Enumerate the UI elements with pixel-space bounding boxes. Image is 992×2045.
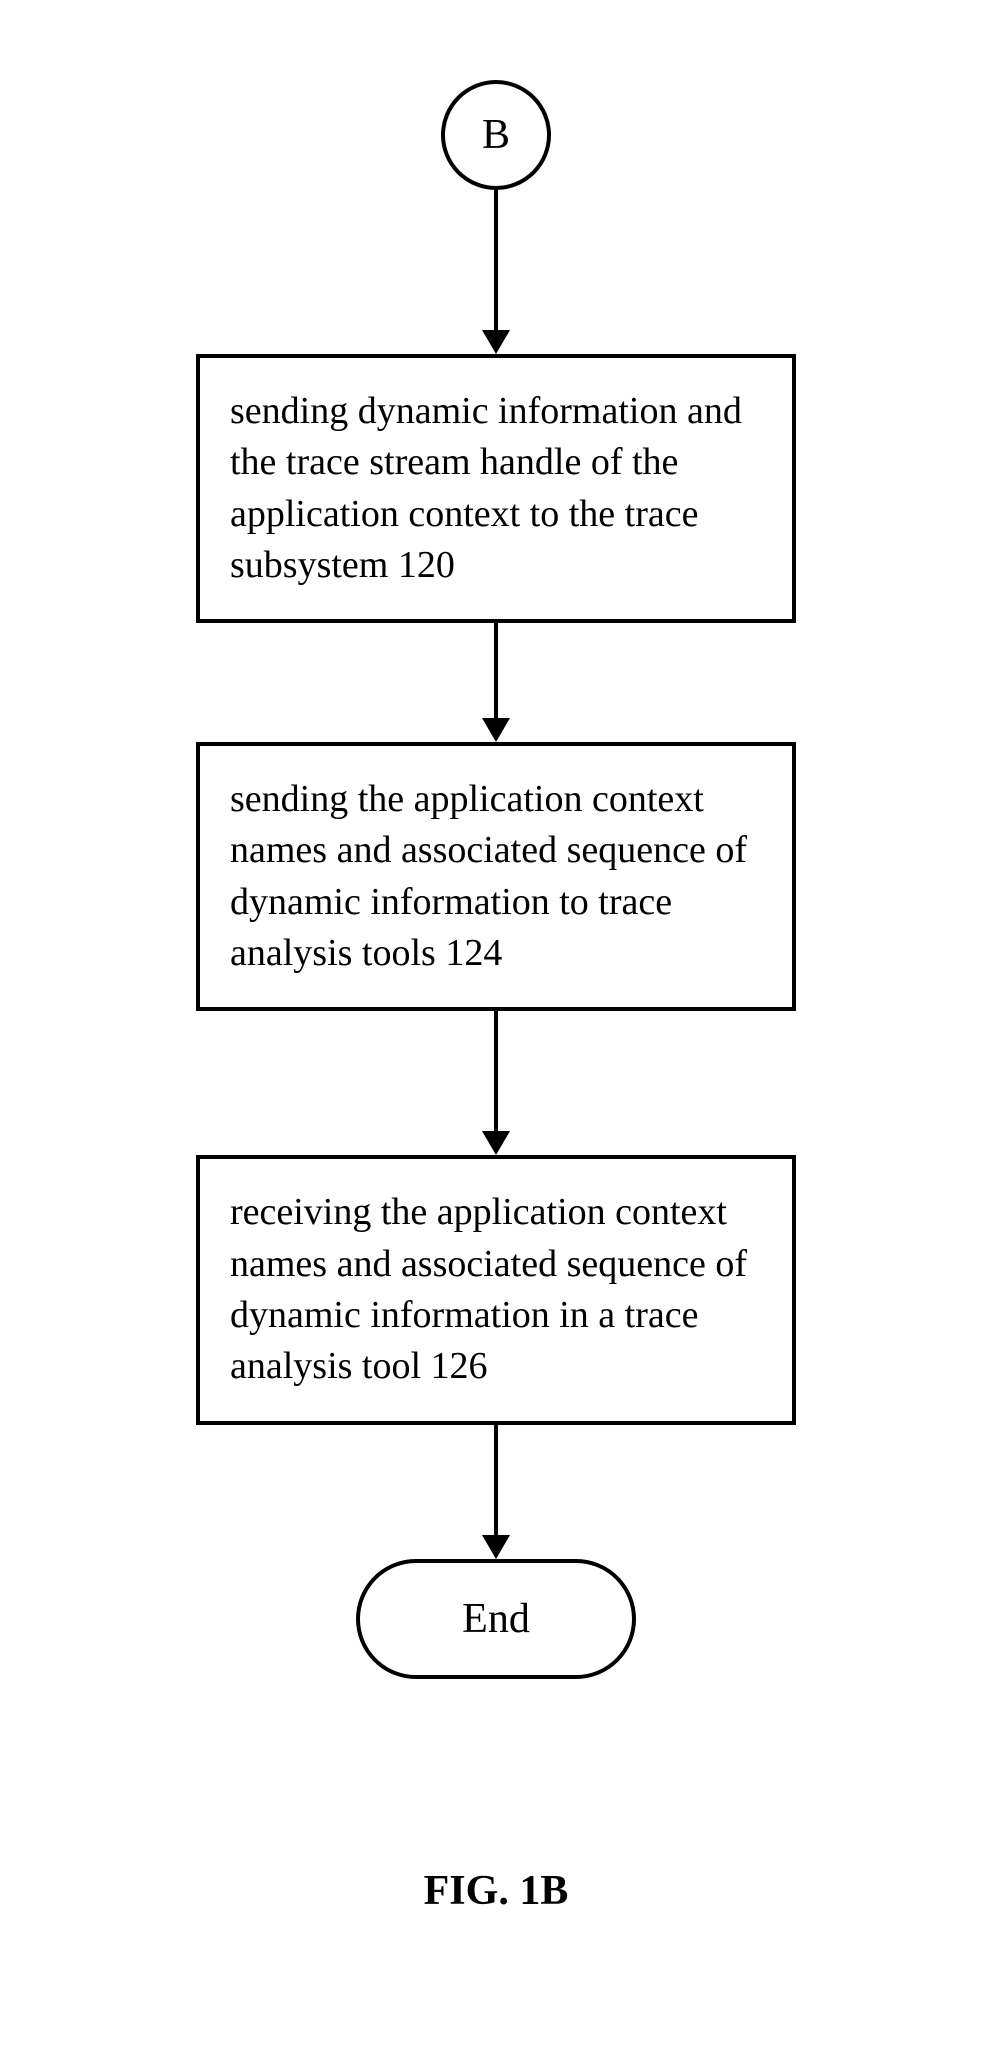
arrow-3: [482, 1011, 510, 1155]
connector-label: B: [482, 111, 510, 159]
terminator-label: End: [462, 1595, 530, 1643]
process-text: receiving the application context names …: [230, 1191, 747, 1387]
arrow-head: [482, 330, 510, 354]
terminator-end: End: [356, 1559, 636, 1679]
arrow-head: [482, 718, 510, 742]
arrow-head: [482, 1131, 510, 1155]
arrow-head: [482, 1535, 510, 1559]
process-text: sending dynamic information and the trac…: [230, 390, 742, 586]
connector-b: B: [441, 80, 551, 190]
arrow-1: [482, 190, 510, 354]
arrow-line: [494, 1425, 498, 1535]
figure-label: FIG. 1B: [0, 1867, 992, 1915]
process-step-126: receiving the application context names …: [196, 1155, 796, 1424]
flowchart-container: B sending dynamic information and the tr…: [0, 0, 992, 1679]
process-step-124: sending the application context names an…: [196, 742, 796, 1011]
process-text: sending the application context names an…: [230, 778, 747, 974]
arrow-line: [494, 623, 498, 718]
process-step-120: sending dynamic information and the trac…: [196, 354, 796, 623]
arrow-2: [482, 623, 510, 742]
arrow-line: [494, 1011, 498, 1131]
arrow-4: [482, 1425, 510, 1559]
arrow-line: [494, 190, 498, 330]
